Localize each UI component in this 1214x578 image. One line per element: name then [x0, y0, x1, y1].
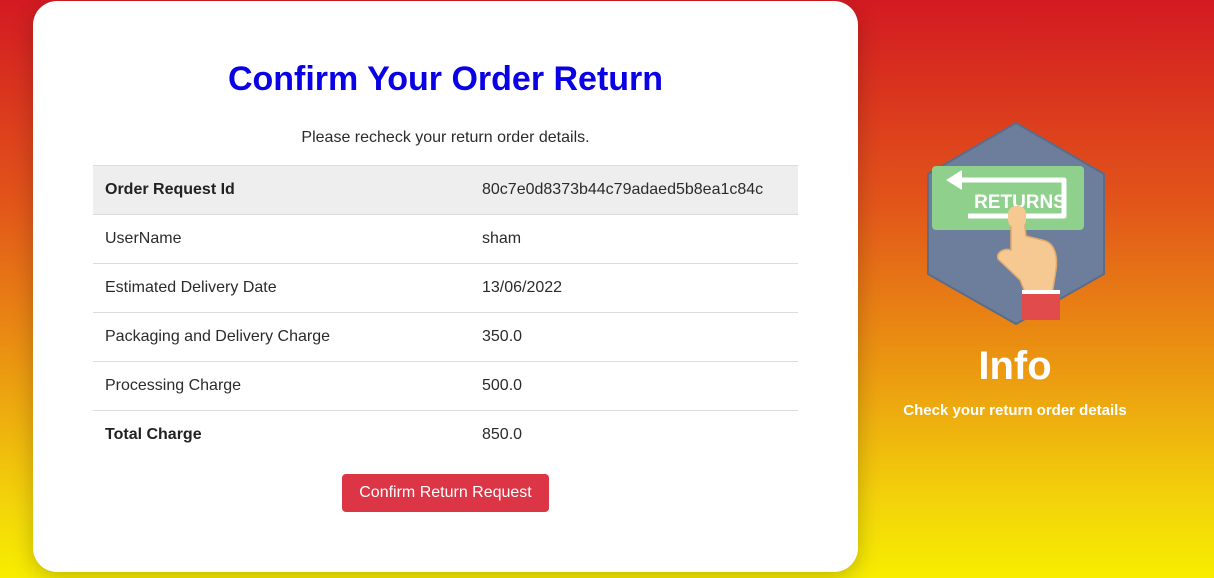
page-subtitle: Please recheck your return order details…	[301, 129, 590, 146]
row-value: 350.0	[482, 312, 798, 362]
row-label: UserName	[93, 214, 482, 264]
table-row-order-request-id: Order Request Id 80c7e0d8373b44c79adaed5…	[93, 165, 798, 215]
table-row-estimated-delivery-date: Estimated Delivery Date 13/06/2022	[93, 263, 798, 313]
order-details-table: Order Request Id 80c7e0d8373b44c79adaed5…	[93, 165, 798, 460]
row-value: 80c7e0d8373b44c79adaed5b8ea1c84c	[482, 165, 798, 215]
row-value: 500.0	[482, 361, 798, 411]
table-row-packaging-charge: Packaging and Delivery Charge 350.0	[93, 312, 798, 362]
row-label: Processing Charge	[93, 361, 482, 411]
row-value: sham	[482, 214, 798, 264]
row-label: Estimated Delivery Date	[93, 263, 482, 313]
row-label: Order Request Id	[93, 165, 482, 215]
table-row-total-charge: Total Charge 850.0	[93, 410, 798, 460]
table-row-processing-charge: Processing Charge 500.0	[93, 361, 798, 411]
row-value: 850.0	[482, 410, 798, 460]
confirm-return-request-button[interactable]: Confirm Return Request	[342, 474, 549, 512]
row-label: Total Charge	[93, 410, 482, 460]
info-subtitle: Check your return order details	[903, 402, 1127, 419]
info-title: Info	[978, 344, 1052, 388]
row-value: 13/06/2022	[482, 263, 798, 313]
row-label: Packaging and Delivery Charge	[93, 312, 482, 362]
returns-icon: RETURNS	[927, 122, 1105, 325]
table-row-username: UserName sham	[93, 214, 798, 264]
info-panel: RETURNS Info Check your return order det…	[858, 0, 1214, 578]
page-title: Confirm Your Order Return	[227, 60, 664, 98]
confirm-return-card: Confirm Your Order Return Please recheck…	[33, 1, 858, 572]
